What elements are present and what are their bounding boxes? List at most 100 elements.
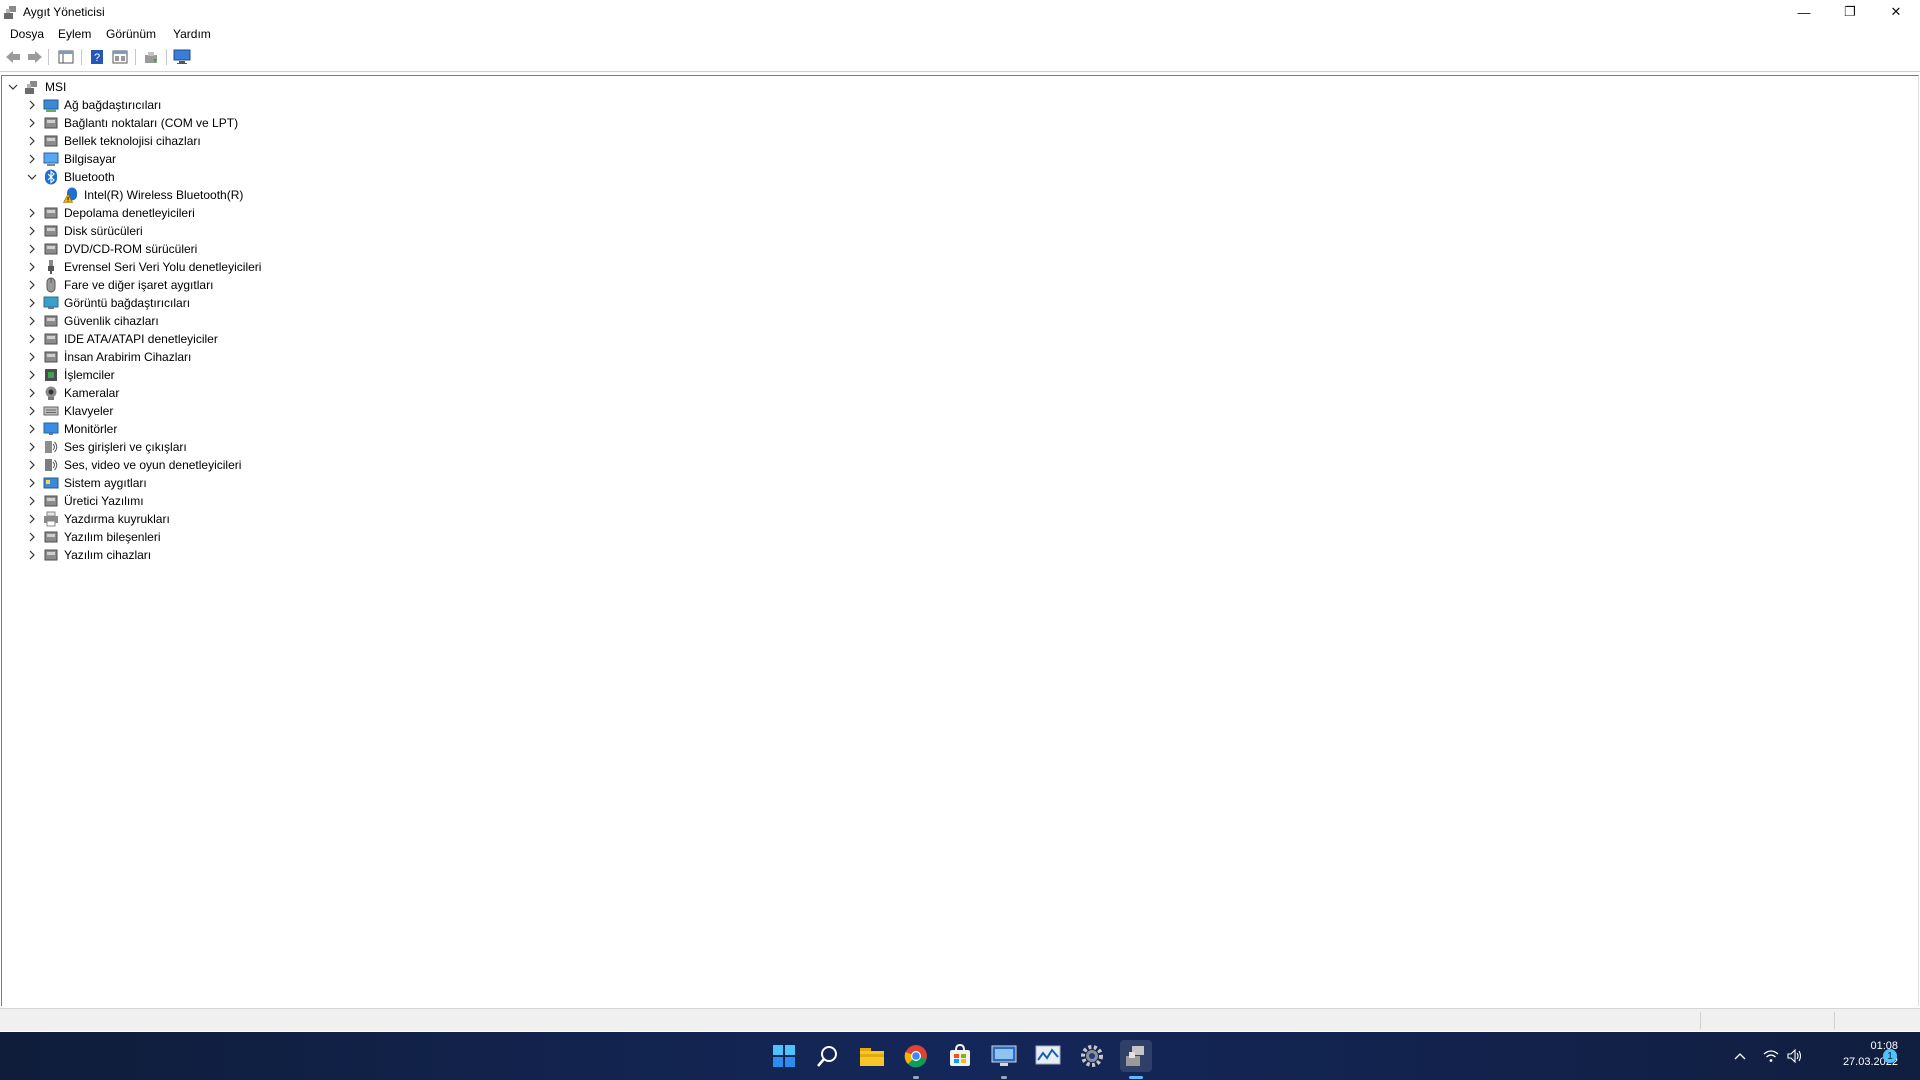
menu-bar: Dosya Eylem Görünüm Yardım [0, 24, 1920, 44]
chevron-right-icon[interactable] [26, 333, 38, 345]
resource-monitor-icon [1035, 1045, 1061, 1065]
chevron-down-icon[interactable] [26, 171, 38, 183]
forward-button[interactable] [26, 48, 44, 66]
system-device-icon [43, 475, 59, 491]
chevron-right-icon[interactable] [26, 423, 38, 435]
resource-monitor-button[interactable] [1032, 1040, 1064, 1072]
wifi-icon [1763, 1050, 1779, 1062]
tree-category[interactable]: Fare ve diğer işaret aygıtları [26, 276, 213, 294]
chevron-right-icon[interactable] [26, 243, 38, 255]
tree-category[interactable]: Yazılım cihazları [26, 546, 151, 564]
notification-badge[interactable]: 1 [1883, 1049, 1897, 1063]
menu-dosya[interactable]: Dosya [10, 27, 44, 41]
chevron-right-icon[interactable] [26, 387, 38, 399]
tree-category[interactable]: Klavyeler [26, 402, 113, 420]
computer-root-icon [24, 79, 40, 95]
search-button[interactable] [812, 1040, 844, 1072]
menu-gorunum[interactable]: Görünüm [106, 27, 156, 41]
settings-button[interactable] [1076, 1040, 1108, 1072]
properties-button[interactable] [111, 48, 129, 66]
tree-category-label: Ses, video ve oyun denetleyicileri [64, 458, 242, 472]
chevron-right-icon[interactable] [26, 297, 38, 309]
file-explorer-icon [860, 1048, 884, 1066]
tree-category[interactable]: DVD/CD-ROM sürücüleri [26, 240, 197, 258]
svg-text:?: ? [94, 52, 100, 64]
tree-category[interactable]: Ağ bağdaştırıcıları [26, 96, 161, 114]
chevron-right-icon[interactable] [26, 549, 38, 561]
tree-category[interactable]: Görüntü bağdaştırıcıları [26, 294, 190, 312]
chevron-right-icon[interactable] [26, 369, 38, 381]
tree-category[interactable]: Bağlantı noktaları (COM ve LPT) [26, 114, 238, 132]
port-icon [43, 115, 59, 131]
tree-category[interactable]: Sistem aygıtları [26, 474, 147, 492]
bluetooth-icon [43, 169, 59, 185]
chevron-right-icon[interactable] [26, 315, 38, 327]
network-tray-button[interactable] [1760, 1040, 1782, 1072]
ide-controller-icon [43, 331, 59, 347]
volume-tray-button[interactable] [1784, 1040, 1806, 1072]
tree-category-label: Güvenlik cihazları [64, 314, 159, 328]
tree-category[interactable]: İnsan Arabirim Cihazları [26, 348, 191, 366]
chevron-right-icon[interactable] [26, 153, 38, 165]
tree-device[interactable]: Intel(R) Wireless Bluetooth(R) [63, 186, 243, 204]
chevron-right-icon[interactable] [26, 225, 38, 237]
show-hide-tree-button[interactable] [57, 48, 75, 66]
tree-category[interactable]: Ses, video ve oyun denetleyicileri [26, 456, 241, 474]
tree-category[interactable]: Evrensel Seri Veri Yolu denetleyicileri [26, 258, 261, 276]
minimize-icon: — [1797, 4, 1811, 20]
tree-category-label: IDE ATA/ATAPI denetleyiciler [64, 332, 218, 346]
store-button[interactable] [944, 1040, 976, 1072]
tree-category[interactable]: Yazılım bileşenleri [26, 528, 160, 546]
chevron-right-icon[interactable] [26, 99, 38, 111]
disk-drive-icon [43, 223, 59, 239]
menu-yardim[interactable]: Yardım [173, 27, 211, 41]
tree-category[interactable]: Bellek teknolojisi cihazları [26, 132, 201, 150]
properties-icon [112, 50, 128, 64]
start-button[interactable] [768, 1040, 800, 1072]
help-button[interactable]: ? [88, 48, 106, 66]
back-button[interactable] [4, 48, 22, 66]
active-indicator [1129, 1076, 1143, 1079]
chevron-right-icon[interactable] [26, 279, 38, 291]
tree-category[interactable]: Bilgisayar [26, 150, 116, 168]
chevron-down-icon[interactable] [7, 81, 19, 93]
chevron-right-icon[interactable] [26, 531, 38, 543]
device-manager-taskbar-button[interactable] [1120, 1040, 1152, 1072]
scan-hardware-button[interactable] [173, 48, 191, 66]
tree-category[interactable]: IDE ATA/ATAPI denetleyiciler [26, 330, 218, 348]
tree-category[interactable]: Bluetooth [26, 168, 115, 186]
tree-category[interactable]: Disk sürücüleri [26, 222, 143, 240]
tree-category-label: Görüntü bağdaştırıcıları [64, 296, 191, 310]
chevron-right-icon[interactable] [26, 117, 38, 129]
tree-category[interactable]: Üretici Yazılımı [26, 492, 144, 510]
chevron-right-icon[interactable] [26, 441, 38, 453]
tree-root[interactable]: MSI [7, 78, 66, 96]
tree-category[interactable]: İşlemciler [26, 366, 115, 384]
restore-button[interactable]: ❐ [1827, 0, 1873, 24]
tree-category[interactable]: Depolama denetleyicileri [26, 204, 195, 222]
chevron-right-icon[interactable] [26, 351, 38, 363]
chevron-right-icon[interactable] [26, 207, 38, 219]
chevron-right-icon[interactable] [26, 405, 38, 417]
chevron-right-icon[interactable] [26, 513, 38, 525]
tree-category[interactable]: Yazdırma kuyrukları [26, 510, 170, 528]
dvd-drive-icon [43, 241, 59, 257]
update-driver-button[interactable] [142, 48, 160, 66]
minimize-button[interactable]: — [1781, 0, 1827, 24]
menu-eylem[interactable]: Eylem [58, 27, 91, 41]
chrome-button[interactable] [900, 1040, 932, 1072]
chevron-right-icon[interactable] [26, 459, 38, 471]
chevron-right-icon[interactable] [26, 135, 38, 147]
tree-category[interactable]: Ses girişleri ve çıkışları [26, 438, 187, 456]
chevron-right-icon[interactable] [26, 477, 38, 489]
remote-desktop-button[interactable] [988, 1040, 1020, 1072]
chevron-right-icon[interactable] [26, 261, 38, 273]
close-button[interactable]: ✕ [1873, 0, 1919, 24]
tree-category[interactable]: Kameralar [26, 384, 119, 402]
show-hidden-icons-button[interactable] [1730, 1040, 1750, 1072]
processor-icon [43, 367, 59, 383]
file-explorer-button[interactable] [856, 1040, 888, 1072]
chevron-right-icon[interactable] [26, 495, 38, 507]
tree-category[interactable]: Monitörler [26, 420, 117, 438]
tree-category[interactable]: Güvenlik cihazları [26, 312, 159, 330]
